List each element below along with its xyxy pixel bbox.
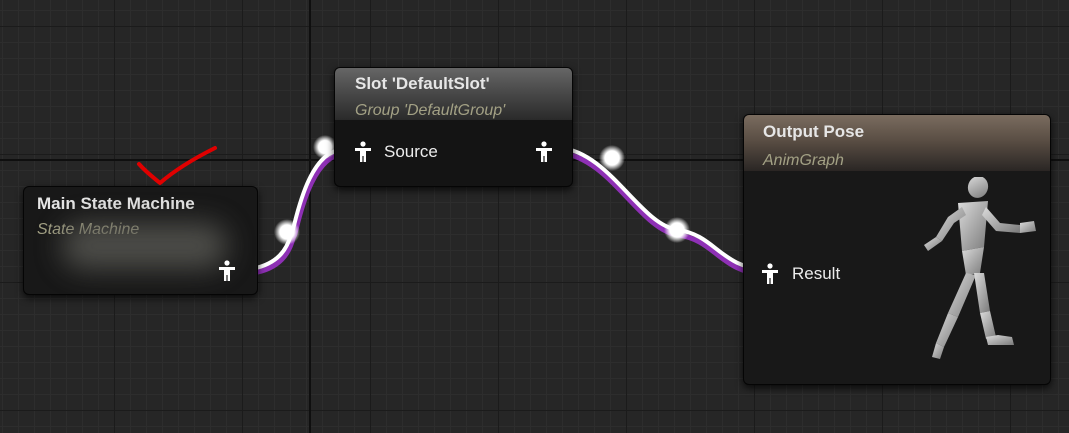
check-mark-annotation (137, 146, 217, 185)
